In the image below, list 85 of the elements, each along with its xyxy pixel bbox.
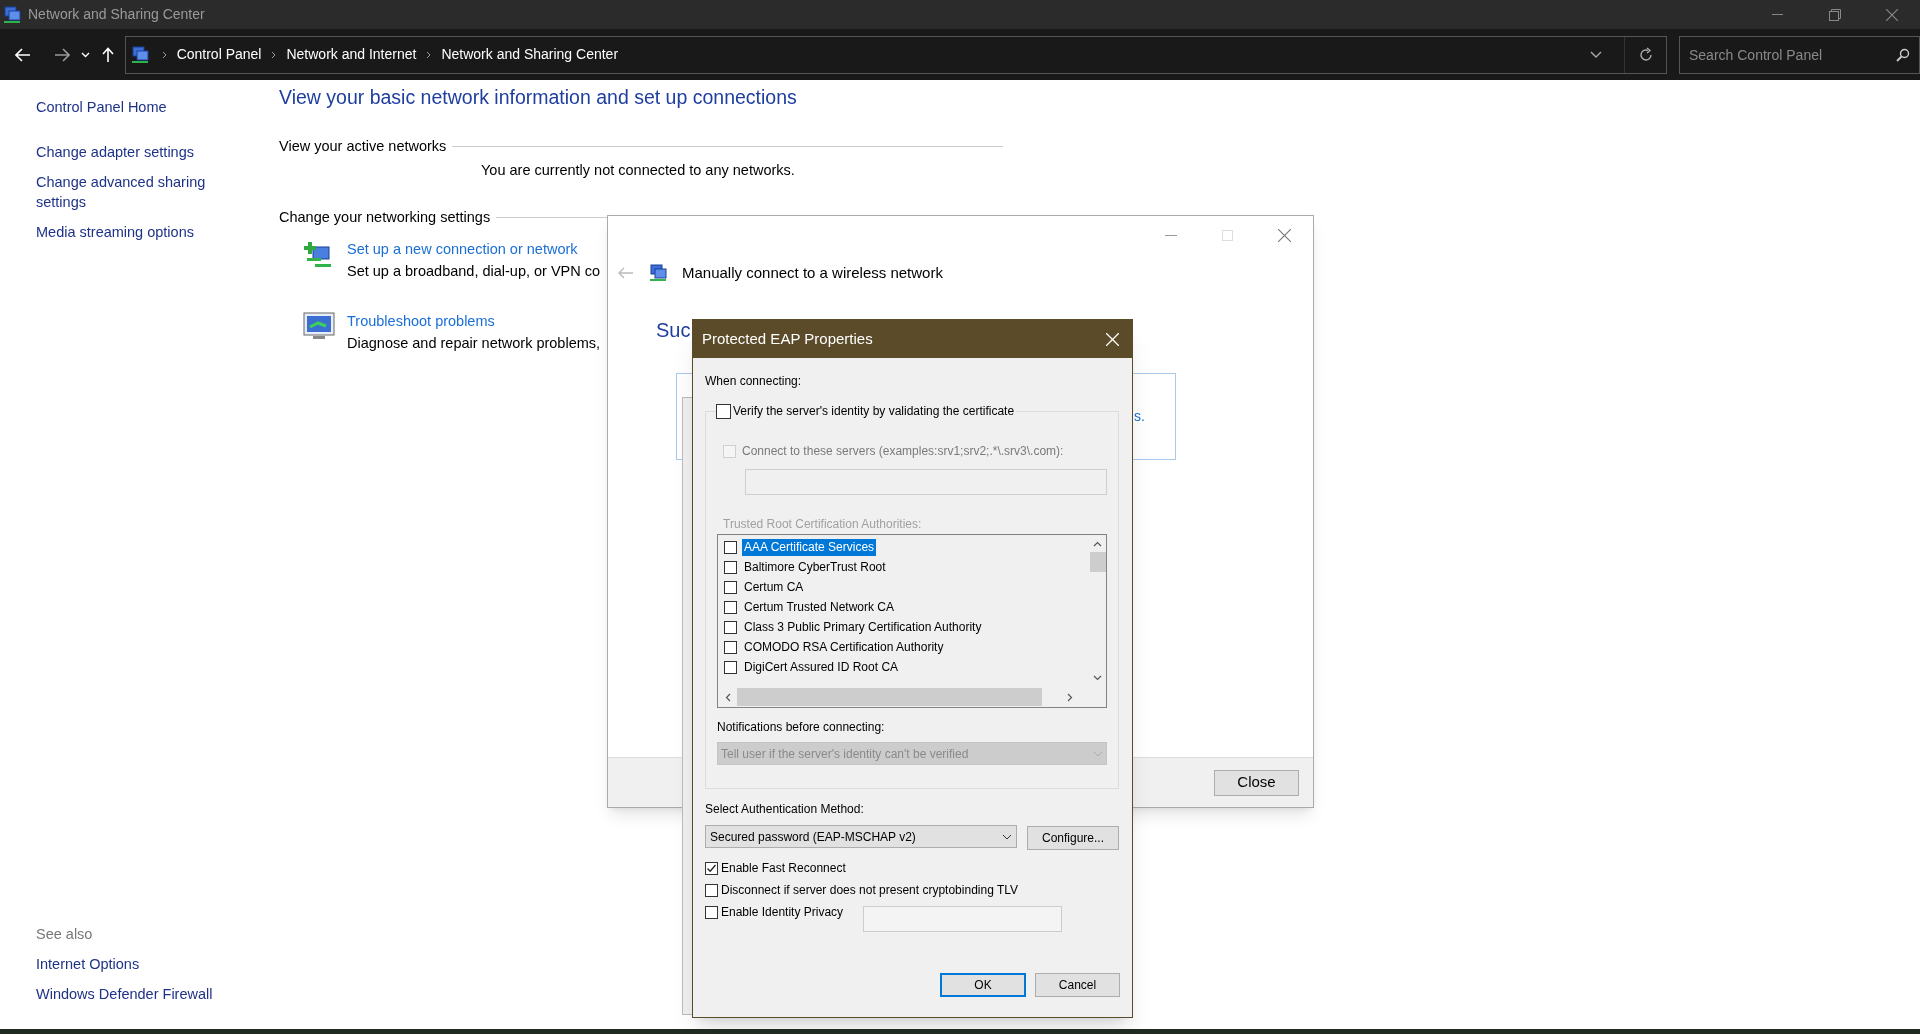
checkbox[interactable] (705, 883, 718, 897)
option-label: Enable Identity Privacy (721, 904, 844, 921)
link[interactable]: s. (1134, 405, 1145, 427)
caret-icon (1002, 833, 1012, 840)
section-title: View your active networks (279, 137, 447, 156)
auth-method-dropdown[interactable]: Secured password (EAP-MSCHAP v2) (705, 825, 1017, 848)
checkbox[interactable] (724, 540, 737, 554)
checkbox[interactable] (716, 403, 731, 419)
checkbox[interactable] (705, 861, 718, 875)
scroll-up-icon[interactable] (1093, 541, 1102, 547)
search-field[interactable]: Search Control Panel (1679, 35, 1920, 74)
network-icon (129, 44, 150, 65)
close-icon (1885, 8, 1898, 21)
scroll-thumb[interactable] (1089, 552, 1106, 572)
section-title: See also (36, 925, 94, 944)
option-label: Enable Fast Reconnect (721, 860, 846, 877)
checkbox[interactable] (724, 620, 737, 634)
authorities-list[interactable]: AAA Certificate Services Baltimore CyberTrust Root Certum CA Certum Trusted Network CA Class 3 Public Primary Certification Authority COMODO RSA Certification Authority DigiCert Assured ID Root CA (717, 534, 1107, 708)
scroll-right-icon[interactable] (1067, 692, 1073, 702)
sidebar-link[interactable]: Windows Defender Firewall (36, 984, 213, 1004)
checkbox[interactable] (724, 640, 737, 654)
section-label: Notifications before connecting: (717, 719, 886, 736)
sidebar-link[interactable]: Change adapter settings (36, 142, 216, 162)
restore-icon (1828, 8, 1841, 21)
checkbox-label: Verify the server's identity by validating the certificate (733, 403, 1015, 420)
breadcrumb[interactable]: Network and Sharing Center (441, 44, 619, 65)
minimize-icon (1164, 234, 1177, 236)
servers-field[interactable] (745, 469, 1107, 495)
section-label: Select Authentication Method: (705, 801, 865, 818)
task-description: Set up a broadband, dial-up, or VPN co (347, 262, 601, 282)
dialog-title: Protected EAP Properties (702, 328, 873, 349)
close-icon (1105, 332, 1119, 346)
checkbox[interactable] (724, 660, 737, 674)
list-item[interactable]: Class 3 Public Primary Certification Authority (742, 618, 984, 636)
app-icon (2, 4, 22, 25)
chevron-icon (161, 50, 167, 59)
ok-button[interactable]: OK (940, 973, 1026, 997)
section-title: Change your networking settings (279, 207, 491, 227)
address-bar[interactable]: Control Panel Network and Internet Network and Sharing Center (124, 35, 1667, 74)
window-title: Network and Sharing Center (28, 5, 205, 24)
wizard-title: Manually connect to a wireless network (682, 263, 943, 283)
list-item[interactable]: AAA Certificate Services (742, 538, 877, 556)
cancel-button[interactable]: Cancel (1035, 973, 1120, 997)
task-description: Diagnose and repair network problems, (347, 334, 601, 354)
breadcrumb[interactable]: Network and Internet (286, 44, 417, 65)
page-heading: View your basic network information and set up connections (279, 85, 798, 110)
sidebar-link[interactable]: Control Panel Home (36, 97, 236, 117)
scroll-left-icon[interactable] (725, 692, 731, 702)
checkbox[interactable] (724, 560, 737, 574)
close-icon (1278, 228, 1291, 242)
checkbox-label: Connect to these servers (examples:srv1;srv2;.*\.srv3\.com): (742, 443, 1064, 460)
list-item[interactable]: Certum Trusted Network CA (742, 598, 897, 616)
section-label: When connecting: (705, 373, 803, 390)
search-icon (1896, 47, 1910, 62)
task-link[interactable]: Troubleshoot problems (347, 310, 601, 333)
checkbox[interactable] (705, 905, 718, 919)
maximize-icon (1222, 229, 1233, 241)
caret-icon (81, 51, 91, 58)
network-icon (648, 263, 668, 284)
identity-field[interactable] (863, 906, 1063, 932)
minimize-icon (1772, 14, 1783, 15)
scroll-thumb[interactable] (737, 688, 1042, 706)
task-link[interactable]: Set up a new connection or network (347, 238, 601, 261)
list-item[interactable]: Baltimore CyberTrust Root (742, 558, 888, 576)
status-message: You are currently not connected to any networks. (481, 160, 796, 180)
list-item[interactable]: COMODO RSA Certification Authority (742, 638, 946, 656)
scroll-down-icon[interactable] (1093, 675, 1102, 681)
sidebar-link[interactable]: Internet Options (36, 954, 213, 974)
close-button[interactable]: Close (1214, 769, 1299, 796)
chevron-icon (426, 50, 432, 59)
sidebar-link[interactable]: Media streaming options (36, 222, 216, 242)
checkbox[interactable] (724, 600, 737, 614)
option-label: Disconnect if server does not present cryptobinding TLV (721, 882, 1019, 899)
dropdown-icon[interactable] (1590, 51, 1602, 58)
wizard-heading: Suc (656, 317, 692, 343)
monitor-icon (303, 312, 335, 341)
checkbox[interactable] (724, 580, 737, 594)
sidebar-link[interactable]: Change advanced sharing settings (36, 172, 216, 212)
list-item[interactable]: DigiCert Assured ID Root CA (742, 658, 901, 676)
caret-icon (1093, 750, 1103, 757)
list-label: Trusted Root Certification Authorities: (723, 516, 923, 533)
configure-button[interactable]: Configure... (1027, 826, 1119, 850)
chevron-icon (271, 50, 277, 59)
list-item[interactable]: Certum CA (742, 578, 806, 596)
breadcrumb[interactable]: Control Panel (176, 44, 262, 65)
